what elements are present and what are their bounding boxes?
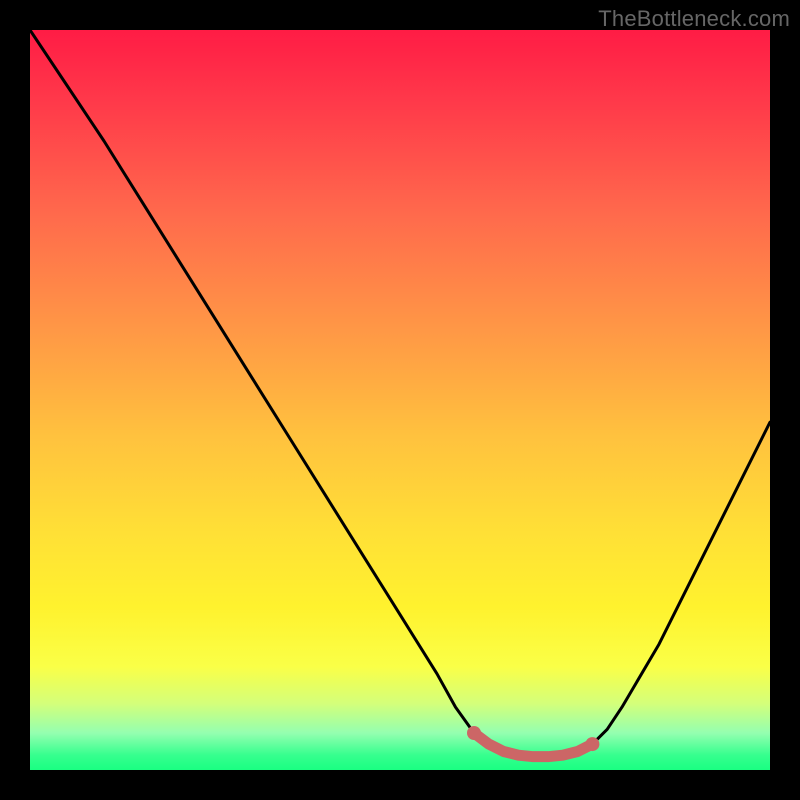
- chart-container: TheBottleneck.com: [0, 0, 800, 800]
- optimal-band-line: [474, 733, 592, 757]
- optimal-band-start-dot: [467, 726, 481, 740]
- plot-area: [30, 30, 770, 770]
- bottleneck-curve: [30, 30, 770, 757]
- optimal-band-end-dot: [585, 737, 599, 751]
- watermark-text: TheBottleneck.com: [598, 6, 790, 32]
- curve-layer: [30, 30, 770, 770]
